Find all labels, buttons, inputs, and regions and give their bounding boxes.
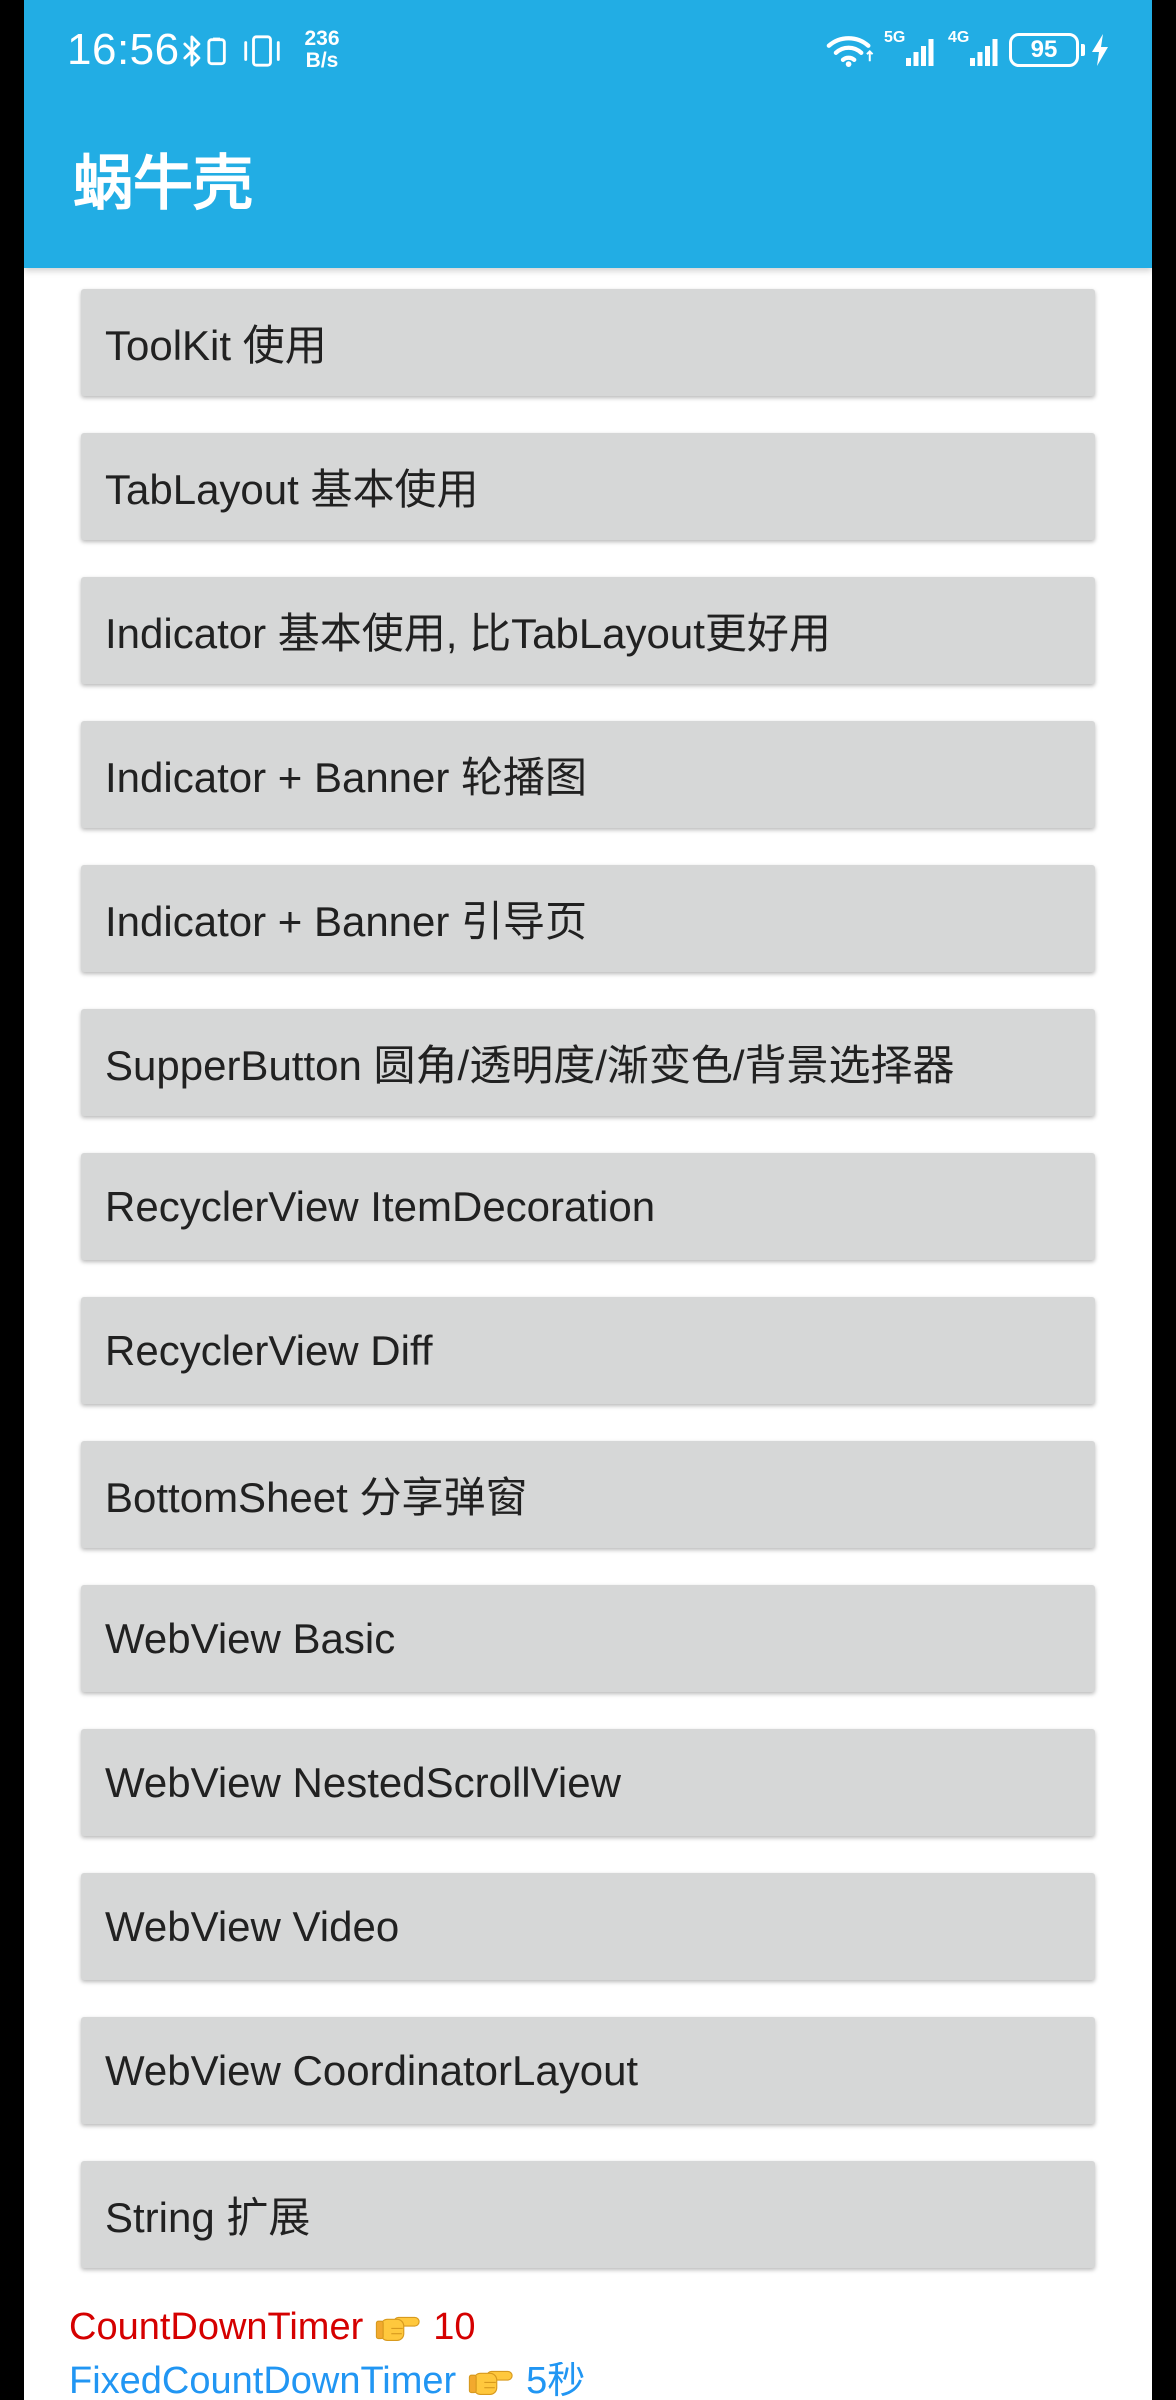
menu-button-label: WebView Video [105, 1902, 400, 1950]
battery-icon: 95 [1009, 33, 1079, 67]
app-bar: 16:56 236 B/s 5G 4G 95 蜗牛壳 [24, 0, 1152, 268]
menu-button-webview-coordinatorlayout[interactable]: WebView CoordinatorLayout [81, 2017, 1095, 2124]
menu-button-tablayout[interactable]: TabLayout 基本使用 [81, 433, 1095, 540]
menu-button-label: Indicator + Banner 引导页 [105, 898, 588, 945]
menu-button-webview-basic[interactable]: WebView Basic [81, 1585, 1095, 1692]
menu-button-label: RecyclerView ItemDecoration [105, 1182, 656, 1230]
menu-button-label: TabLayout 基本使用 [105, 466, 479, 513]
wifi-icon [826, 36, 874, 67]
menu-button-recyclerview-itemdecoration[interactable]: RecyclerView ItemDecoration [81, 1153, 1095, 1260]
status-time: 16:56 [67, 25, 180, 74]
menu-button-bottomsheet-share[interactable]: BottomSheet 分享弹窗 [81, 1441, 1095, 1548]
menu-button-label: String 扩展 [105, 2194, 311, 2241]
battery-nub [1081, 44, 1085, 56]
menu-list: ToolKit 使用 TabLayout 基本使用 Indicator 基本使用… [81, 289, 1095, 2305]
menu-button-indicator[interactable]: Indicator 基本使用, 比TabLayout更好用 [81, 577, 1095, 684]
app-screen: 16:56 236 B/s 5G 4G 95 蜗牛壳 ToolKit 使用 Ta… [24, 0, 1152, 2400]
battery-level: 95 [1030, 36, 1058, 63]
menu-button-label: Indicator + Banner 轮播图 [105, 754, 588, 801]
fixed-countdown-timer-value: 5秒 [526, 2362, 586, 2400]
menu-button-indicator-guide[interactable]: Indicator + Banner 引导页 [81, 865, 1095, 972]
countdown-timer-label: CountDownTimer [69, 2306, 364, 2348]
countdown-timer: CountDownTimer 10 [69, 2304, 476, 2350]
signal-4g-label: 4G [948, 29, 970, 46]
menu-button-recyclerview-diff[interactable]: RecyclerView Diff [81, 1297, 1095, 1404]
menu-button-label: Indicator 基本使用, 比TabLayout更好用 [105, 610, 831, 657]
menu-button-webview-nestedscrollview[interactable]: WebView NestedScrollView [81, 1729, 1095, 1836]
menu-button-label: WebView NestedScrollView [105, 1758, 621, 1806]
menu-button-webview-video[interactable]: WebView Video [81, 1873, 1095, 1980]
signal-5g: 5G [884, 29, 938, 68]
menu-button-label: RecyclerView Diff [105, 1326, 433, 1374]
countdown-timer-value: 10 [433, 2306, 476, 2348]
network-speed-value: 236 [304, 27, 340, 50]
menu-button-label: WebView Basic [105, 1614, 396, 1662]
menu-button-label: SupperButton 圆角/透明度/渐变色/背景选择器 [105, 1042, 955, 1089]
charging-bolt-icon [1092, 34, 1108, 66]
menu-button-string-extension[interactable]: String 扩展 [81, 2161, 1095, 2268]
toolbar-title: 蜗牛壳 [73, 150, 253, 217]
menu-button-label: WebView CoordinatorLayout [105, 2046, 639, 2094]
menu-button-indicator-banner[interactable]: Indicator + Banner 轮播图 [81, 721, 1095, 828]
menu-button-label: BottomSheet 分享弹窗 [105, 1474, 528, 1521]
menu-button-toolkit[interactable]: ToolKit 使用 [81, 289, 1095, 396]
bluetooth-icon [183, 35, 226, 67]
pointing-right-hand-icon [469, 2370, 513, 2395]
menu-button-label: ToolKit 使用 [105, 322, 327, 369]
fixed-countdown-timer-label: FixedCountDownTimer [69, 2362, 457, 2400]
fixed-countdown-timer: FixedCountDownTimer 5秒 [69, 2362, 585, 2400]
signal-5g-label: 5G [884, 29, 906, 46]
signal-bars-icon [906, 39, 934, 66]
vibrate-icon [244, 35, 280, 67]
network-speed: 236 B/s [302, 28, 342, 72]
pointing-right-hand-icon [376, 2316, 420, 2341]
network-speed-unit: B/s [305, 49, 339, 72]
signal-4g: 4G [948, 29, 1002, 68]
menu-button-supperbutton[interactable]: SupperButton 圆角/透明度/渐变色/背景选择器 [81, 1009, 1095, 1116]
signal-bars-icon [970, 39, 998, 66]
